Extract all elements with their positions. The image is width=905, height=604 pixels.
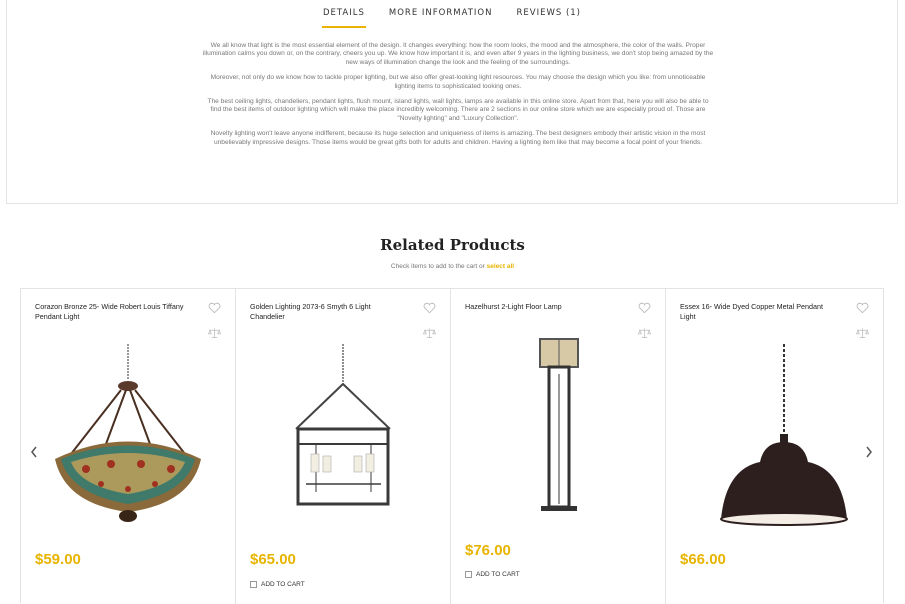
related-subtitle-text: Check items to add to the cart or <box>390 263 487 270</box>
product-price: $65.00 <box>250 551 296 568</box>
product-price: $66.00 <box>680 551 726 568</box>
add-to-cart-checkbox[interactable]: ADD TO CART <box>465 571 520 578</box>
related-products-title: Related Products <box>380 236 525 254</box>
copper-pendant-image[interactable] <box>676 344 871 529</box>
compare-scale-icon[interactable] <box>208 327 221 339</box>
select-all-link[interactable]: select all <box>487 263 514 270</box>
product-name[interactable]: Essex 16- Wide Dyed Copper Metal Pendant… <box>680 302 830 321</box>
product-card: Golden Lighting 2073-6 Smyth 6 Light Cha… <box>236 289 451 604</box>
related-products-carousel: Corazon Bronze 25- Wide Robert Louis Tif… <box>20 288 884 604</box>
product-price: $59.00 <box>35 551 81 568</box>
heart-icon[interactable] <box>423 302 436 314</box>
product-card: Corazon Bronze 25- Wide Robert Louis Tif… <box>21 289 236 604</box>
tab-reviews[interactable]: REVIEWS (1) <box>515 6 582 28</box>
product-name[interactable]: Corazon Bronze 25- Wide Robert Louis Tif… <box>35 302 185 321</box>
description-paragraph: Novelty lighting won't leave anyone indi… <box>210 130 706 146</box>
product-name[interactable]: Hazelhurst 2-Light Floor Lamp <box>465 302 615 312</box>
product-tabs: DETAILS MORE INFORMATION REVIEWS (1) <box>7 6 897 28</box>
description-paragraph: Moreover, not only do we know how to tac… <box>210 74 706 90</box>
description-text: We all know that light is the most essen… <box>202 42 714 154</box>
floor-lamp-image[interactable] <box>461 334 656 519</box>
product-description-panel: DETAILS MORE INFORMATION REVIEWS (1) We … <box>6 0 898 204</box>
compare-scale-icon[interactable] <box>423 327 436 339</box>
related-products-subtitle: Check items to add to the cart or select… <box>0 263 905 270</box>
heart-icon[interactable] <box>208 302 221 314</box>
add-to-cart-checkbox[interactable]: ADD TO CART <box>250 581 305 588</box>
tab-more-information[interactable]: MORE INFORMATION <box>388 6 494 28</box>
carousel-next-arrow-icon[interactable] <box>864 445 874 459</box>
tab-details[interactable]: DETAILS <box>321 6 366 28</box>
product-name[interactable]: Golden Lighting 2073-6 Smyth 6 Light Cha… <box>250 302 400 321</box>
carousel-prev-arrow-icon[interactable] <box>29 445 39 459</box>
checkbox-icon[interactable] <box>465 571 472 578</box>
add-to-cart-label: ADD TO CART <box>476 571 520 578</box>
product-price: $76.00 <box>465 542 511 559</box>
heart-icon[interactable] <box>638 302 651 314</box>
product-card: Hazelhurst 2-Light Floor Lamp $76.00 ADD… <box>451 289 666 604</box>
smyth-chandelier-image[interactable] <box>246 344 441 509</box>
add-to-cart-label: ADD TO CART <box>261 581 305 588</box>
product-card: Essex 16- Wide Dyed Copper Metal Pendant… <box>666 289 883 604</box>
description-paragraph: The best ceiling lights, chandeliers, pe… <box>207 98 709 122</box>
description-paragraph: We all know that light is the most essen… <box>202 42 714 66</box>
checkbox-icon[interactable] <box>250 581 257 588</box>
heart-icon[interactable] <box>856 302 869 314</box>
compare-scale-icon[interactable] <box>856 327 869 339</box>
tiffany-pendant-image[interactable] <box>31 344 226 529</box>
